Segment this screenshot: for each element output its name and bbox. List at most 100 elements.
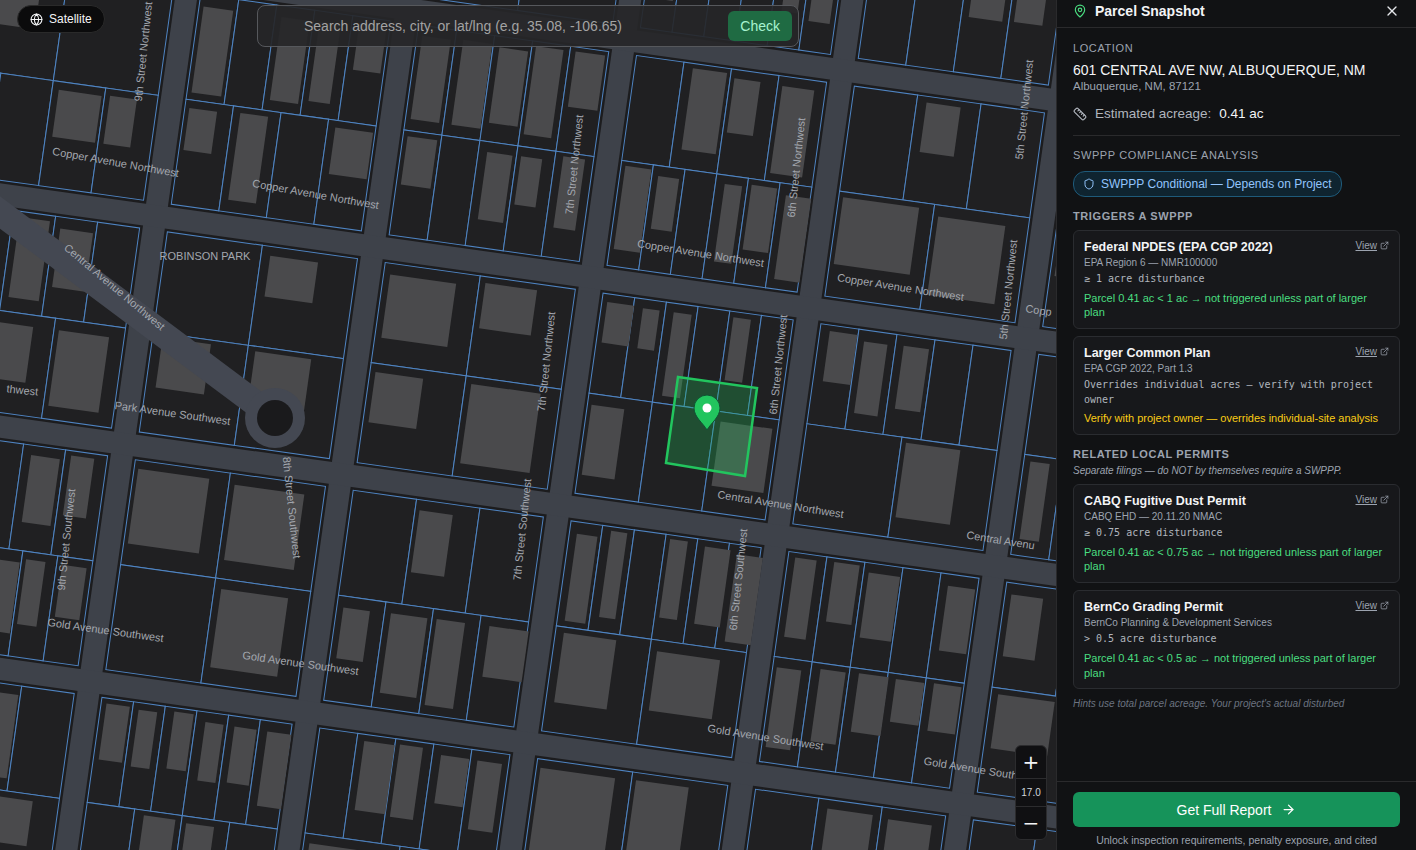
street-label: 9th Street Northwest: [132, 1, 154, 102]
parcel[interactable]: [168, 816, 230, 850]
street-label: Gold Avenue Southwest: [47, 616, 165, 644]
map-canvas[interactable]: Copper Avenue NorthwestCopper Avenue Nor…: [0, 0, 1056, 850]
parcel[interactable]: [357, 363, 466, 476]
parcel[interactable]: [106, 565, 216, 683]
building: [599, 531, 627, 620]
parcel[interactable]: [0, 784, 59, 850]
parcel[interactable]: [637, 639, 747, 757]
full-report-button[interactable]: Get Full Report: [1073, 792, 1400, 827]
building: [939, 586, 975, 654]
zoom-out-button[interactable]: −: [1016, 807, 1046, 839]
parcel[interactable]: [741, 789, 819, 850]
building: [1055, 234, 1056, 280]
building: [854, 342, 887, 417]
parcel[interactable]: [248, 245, 357, 358]
building: [17, 559, 46, 627]
street-label: 6th Street Southwest: [727, 528, 750, 631]
street-label: 5th Street Northwest: [1013, 59, 1035, 160]
building: [969, 0, 1010, 22]
building: [554, 633, 616, 710]
parcel[interactable]: [966, 104, 1044, 218]
diagonal-avenue: [0, 190, 275, 418]
card-source: EPA Region 6 — NMR100000: [1084, 257, 1389, 268]
selected-parcel[interactable]: [666, 377, 757, 476]
satellite-button[interactable]: Satellite: [17, 5, 105, 33]
parcel[interactable]: [1055, 591, 1056, 705]
parcel[interactable]: [91, 88, 158, 200]
building: [303, 843, 375, 850]
parcel[interactable]: [42, 318, 126, 428]
view-link[interactable]: View: [1356, 600, 1390, 611]
building: [381, 275, 456, 347]
card-head: Federal NPDES (EPA CGP 2022)View: [1084, 240, 1389, 254]
avenue: [0, 128, 1056, 420]
parcel[interactable]: [1049, 460, 1056, 565]
parcel[interactable]: [793, 424, 902, 537]
building: [183, 108, 217, 154]
building: [582, 405, 625, 480]
building: [265, 256, 319, 304]
status-badge: SWPPP Conditional — Depends on Project: [1073, 171, 1342, 197]
parcel[interactable]: [290, 833, 400, 850]
hint: Hints use total parcel acreage. Your pro…: [1073, 698, 1400, 709]
parcel[interactable]: [120, 809, 182, 850]
street-label: Gold Avenue Southwest: [707, 722, 825, 752]
close-button[interactable]: [1384, 3, 1400, 19]
street-label: Gold Avenue South: [923, 755, 1018, 782]
acreage-value: 0.41 ac: [1219, 106, 1263, 121]
map-area[interactable]: Copper Avenue NorthwestCopper Avenue Nor…: [0, 0, 1056, 850]
building: [52, 90, 101, 143]
city: Albuquerque, NM, 87121: [1073, 80, 1400, 92]
street-label: 7th Street Southwest: [511, 478, 534, 581]
parcel[interactable]: [216, 473, 326, 591]
parcel[interactable]: [618, 772, 728, 850]
parcel[interactable]: [201, 578, 311, 696]
card-source: BernCo Planning & Development Services: [1084, 617, 1389, 628]
parcel[interactable]: [466, 276, 575, 389]
map-pin-icon[interactable]: [694, 395, 720, 430]
building: [411, 36, 451, 123]
check-button[interactable]: Check: [728, 11, 792, 41]
parcel[interactable]: [234, 345, 343, 458]
building: [197, 722, 223, 783]
parcel[interactable]: [371, 263, 480, 376]
view-link[interactable]: View: [1356, 240, 1390, 251]
view-link[interactable]: View: [1356, 494, 1390, 505]
zoom-in-button[interactable]: +: [1016, 746, 1046, 778]
search-input[interactable]: [302, 17, 720, 35]
building: [895, 346, 929, 413]
building: [355, 741, 395, 814]
building: [725, 317, 751, 382]
building: [368, 372, 423, 429]
section-heading: TRIGGERS A SWPPP: [1073, 210, 1400, 222]
building: [479, 283, 537, 336]
parcel[interactable]: [465, 508, 543, 622]
parcel[interactable]: [868, 807, 946, 850]
globe-icon: [30, 13, 43, 26]
avenue: [0, 832, 1056, 850]
parcel[interactable]: [804, 798, 882, 850]
card-result: Parcel 0.41 ac < 0.5 ac → not triggered …: [1084, 651, 1389, 681]
external-link-icon: [1380, 241, 1389, 250]
parcel[interactable]: [542, 626, 652, 744]
section-heading: SWPPP COMPLIANCE ANALYSIS: [1073, 149, 1400, 161]
parcel[interactable]: [992, 582, 1056, 696]
building: [411, 510, 453, 576]
parcel[interactable]: [121, 460, 231, 578]
building: [482, 626, 528, 682]
building: [565, 534, 598, 624]
app: Copper Avenue NorthwestCopper Avenue Nor…: [0, 0, 1416, 850]
building: [179, 823, 214, 850]
street-label: 7th Street Northwest: [535, 311, 557, 412]
panel-body: LOCATION601 CENTRAL AVE NW, ALBUQUERQUE,…: [1057, 28, 1416, 781]
parcel[interactable]: [523, 759, 633, 850]
building: [103, 96, 137, 148]
street-label: 8th Street Southwest: [281, 456, 304, 559]
building: [0, 559, 20, 634]
card-rule: > 0.5 acre disturbance: [1084, 632, 1389, 647]
building: [810, 669, 845, 745]
view-link[interactable]: View: [1356, 346, 1390, 357]
parcel[interactable]: [385, 846, 495, 850]
parcel[interactable]: [215, 822, 277, 850]
building: [166, 712, 193, 772]
